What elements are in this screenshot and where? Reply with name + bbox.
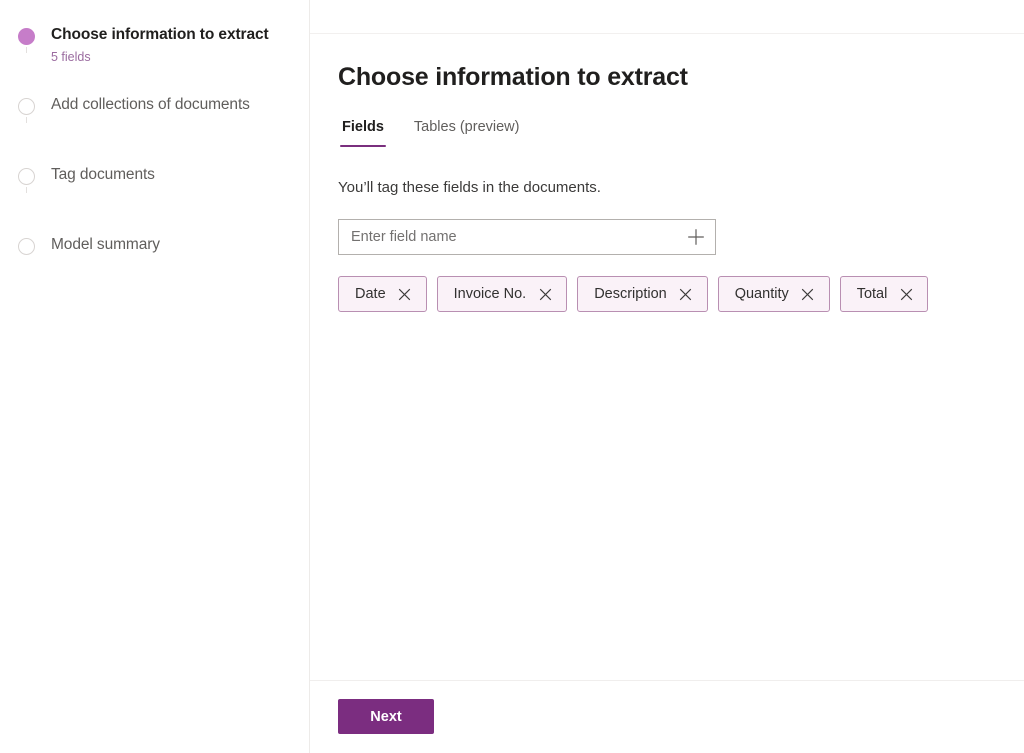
tab-bar: Fields Tables (preview) <box>338 117 996 147</box>
remove-field-button[interactable] <box>898 286 914 302</box>
sidebar-step-sublabel: 5 fields <box>51 50 91 64</box>
step-marker <box>16 25 36 53</box>
main-content-panel: Choose information to extract Fields Tab… <box>310 0 1024 753</box>
field-chip-list: Date Invoice No. Description Quantity To… <box>338 276 996 312</box>
close-icon <box>539 288 552 301</box>
sidebar-step-label: Tag documents <box>51 166 155 183</box>
next-button[interactable]: Next <box>338 699 434 734</box>
close-icon <box>398 288 411 301</box>
step-body: Add collections of documents <box>36 95 250 115</box>
chip-label: Quantity <box>734 286 789 302</box>
page-title: Choose information to extract <box>338 63 688 91</box>
field-chip-description[interactable]: Description <box>577 276 708 312</box>
step-body: Choose information to extract 5 fields <box>36 25 269 66</box>
remove-field-button[interactable] <box>800 286 816 302</box>
sidebar-step-label: Choose information to extract <box>51 26 269 43</box>
tab-fields[interactable]: Fields <box>338 117 388 147</box>
sidebar-step-tag-documents[interactable]: Tag documents <box>16 165 309 235</box>
field-chip-date[interactable]: Date <box>338 276 427 312</box>
field-chip-quantity[interactable]: Quantity <box>717 276 830 312</box>
sidebar-step-model-summary[interactable]: Model summary <box>16 235 309 269</box>
sidebar-step-add-collections[interactable]: Add collections of documents <box>16 95 309 165</box>
step-dot-active-icon <box>17 28 35 45</box>
step-connector-line <box>25 187 27 193</box>
step-marker <box>16 235 36 255</box>
instruction-text: You’ll tag these fields in the documents… <box>338 179 601 196</box>
wizard-sidebar: Choose information to extract 5 fields A… <box>0 0 310 753</box>
step-marker <box>16 165 36 193</box>
chip-label: Date <box>355 286 386 302</box>
content-body: Choose information to extract Fields Tab… <box>310 34 1024 680</box>
field-chip-total[interactable]: Total <box>839 276 929 312</box>
sidebar-step-label: Add collections of documents <box>51 96 250 113</box>
step-marker <box>16 95 36 123</box>
close-icon <box>801 288 814 301</box>
step-dot-icon <box>17 98 35 115</box>
chip-label: Invoice No. <box>453 286 527 302</box>
remove-field-button[interactable] <box>678 286 694 302</box>
wizard-footer: Next <box>310 680 1024 753</box>
chip-label: Description <box>594 286 667 302</box>
step-body: Tag documents <box>36 165 155 185</box>
close-icon <box>679 288 692 301</box>
field-name-input-group <box>338 219 716 255</box>
field-name-input[interactable] <box>339 220 677 254</box>
step-connector-line <box>25 117 27 123</box>
step-body: Model summary <box>36 235 160 255</box>
field-chip-invoice-no[interactable]: Invoice No. <box>436 276 568 312</box>
step-dot-icon <box>17 168 35 185</box>
model-creation-wizard: Choose information to extract 5 fields A… <box>0 0 1024 753</box>
tab-tables-preview[interactable]: Tables (preview) <box>410 117 524 147</box>
plus-icon <box>686 227 706 247</box>
step-dot-icon <box>17 238 35 255</box>
sidebar-step-choose-information[interactable]: Choose information to extract 5 fields <box>16 25 309 95</box>
close-icon <box>900 288 913 301</box>
sidebar-step-label: Model summary <box>51 236 160 253</box>
chip-label: Total <box>856 286 888 302</box>
add-field-button[interactable] <box>677 220 715 254</box>
remove-field-button[interactable] <box>397 286 413 302</box>
remove-field-button[interactable] <box>537 286 553 302</box>
step-connector-line <box>25 47 27 53</box>
wizard-step-list: Choose information to extract 5 fields A… <box>0 25 309 269</box>
